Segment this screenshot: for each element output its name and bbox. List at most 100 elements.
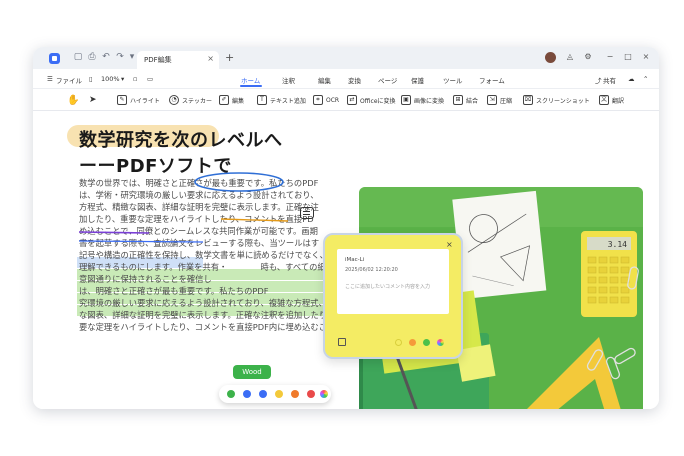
- highlight-color-bar: [219, 385, 331, 403]
- redo-icon[interactable]: ↷: [115, 52, 125, 63]
- paper-sheet: [452, 190, 547, 300]
- calc-key: [598, 296, 608, 304]
- menu-convert[interactable]: 変換: [348, 75, 361, 85]
- image-icon: ▣: [401, 95, 411, 105]
- title-bar: ▢ ⎙ ↶ ↷ ▾ PDF編集 × + ◬ ⚙ − □ ×: [33, 47, 659, 69]
- edit-icon: ✐: [219, 95, 229, 105]
- page-icon: ▯: [89, 75, 93, 83]
- tool-label: ステッカー: [182, 97, 213, 105]
- minimize-icon[interactable]: −: [605, 52, 615, 61]
- avatar[interactable]: [545, 52, 556, 63]
- dropdown-icon[interactable]: ▾: [127, 52, 137, 63]
- menu-tools[interactable]: ツール: [443, 75, 463, 85]
- note-comment-input[interactable]: ここに追加したいコメント内容を入力: [345, 283, 430, 290]
- note-color-picker[interactable]: [437, 339, 444, 346]
- close-window-icon[interactable]: ×: [641, 52, 651, 61]
- menu-bar: ☰ ファイル ▯ 100% ▾ ▫ ▭ ホーム 注釈 編集 変換 ページ 保護 …: [33, 69, 659, 89]
- share-icon[interactable]: ⤴: [595, 75, 602, 85]
- wood-tooltip: Wood: [233, 365, 271, 379]
- menu-forms[interactable]: フォーム: [479, 75, 505, 85]
- office-icon: ⇄: [347, 95, 357, 105]
- menu-annotate[interactable]: 注釈: [282, 75, 295, 85]
- hamburger-icon[interactable]: ☰: [47, 75, 53, 83]
- zoom-dropdown-icon[interactable]: ▾: [121, 75, 124, 83]
- app-logo-icon: [49, 53, 60, 64]
- ocr-tool[interactable]: ⌗ OCR: [313, 94, 339, 106]
- tool-label: Officeに変換: [360, 97, 396, 105]
- screenshot-icon: ⌧: [523, 95, 533, 105]
- orange-strike-annotation: [220, 218, 289, 222]
- color-green-selected[interactable]: [227, 390, 235, 398]
- color-blue[interactable]: [243, 390, 251, 398]
- highlight-tool[interactable]: ✎ ハイライト: [117, 94, 160, 106]
- sticky-note-popup[interactable]: × iMac-Li 2025/06/02 12:20:20 ここに追加したいコメ…: [323, 233, 463, 359]
- calc-key: [587, 266, 597, 274]
- graph-paper: [452, 190, 547, 300]
- cursor-icon: ➤: [89, 95, 97, 105]
- highlighter-icon: ✎: [117, 95, 127, 105]
- office-convert-tool[interactable]: ⇄ Officeに変換: [347, 94, 396, 106]
- app-window: ▢ ⎙ ↶ ↷ ▾ PDF編集 × + ◬ ⚙ − □ × ☰ ファイル ▯ 1…: [33, 47, 659, 409]
- merge-tool[interactable]: ⊞ 結合: [453, 94, 478, 106]
- calc-key: [587, 276, 597, 284]
- notification-icon[interactable]: ◬: [565, 52, 575, 61]
- compress-tool[interactable]: ⇲ 圧縮: [487, 94, 512, 106]
- purple-underline-annotation: [78, 231, 150, 234]
- hand-tool[interactable]: ✋: [67, 94, 79, 106]
- add-text-tool[interactable]: T テキスト追加: [257, 94, 306, 106]
- tool-label: OCR: [326, 96, 340, 104]
- select-tool[interactable]: ➤: [89, 94, 97, 106]
- color-picker[interactable]: [320, 390, 328, 398]
- tool-label: スクリーンショット: [536, 97, 590, 105]
- calc-key: [587, 296, 597, 304]
- sticker-tool[interactable]: ◔ ステッカー: [169, 94, 212, 106]
- screenshot-tool[interactable]: ⌧ スクリーンショット: [523, 94, 590, 106]
- translate-tool[interactable]: 文翻訳: [599, 94, 624, 106]
- print-icon[interactable]: ⎙: [87, 52, 97, 63]
- merge-icon: ⊞: [453, 95, 463, 105]
- tool-label: 編集: [232, 97, 245, 105]
- calc-key: [609, 276, 619, 284]
- close-icon[interactable]: ×: [446, 240, 453, 249]
- collapse-icon[interactable]: ⌃: [643, 75, 648, 83]
- tool-label: テキスト追加: [270, 97, 306, 105]
- note-color-green[interactable]: [423, 339, 430, 346]
- note-color-orange[interactable]: [409, 339, 416, 346]
- calc-key: [609, 296, 619, 304]
- fit-page-icon[interactable]: ▫: [133, 75, 137, 83]
- close-tab-icon[interactable]: ×: [207, 54, 214, 63]
- ribbon-toolbar: ✋ ➤ ✎ ハイライト ◔ ステッカー ✐ 編集 T テキスト追加 ⌗ OCR ⇄ Offi…: [33, 89, 659, 111]
- color-red[interactable]: [307, 390, 315, 398]
- menu-page[interactable]: ページ: [378, 75, 397, 85]
- fit-width-icon[interactable]: ▭: [147, 75, 153, 83]
- tab-pdf-edit[interactable]: PDF編集 ×: [137, 51, 219, 69]
- save-icon[interactable]: ▢: [73, 52, 83, 63]
- menu-edit[interactable]: 編集: [318, 75, 331, 85]
- calc-key: [587, 286, 597, 294]
- undo-icon[interactable]: ↶: [101, 52, 111, 63]
- comment-icon[interactable]: [300, 207, 314, 219]
- color-orange[interactable]: [291, 390, 299, 398]
- note-color-yellow[interactable]: [395, 339, 402, 346]
- trash-icon[interactable]: [338, 338, 346, 346]
- active-tab-indicator: [240, 85, 262, 87]
- tool-label: 翻訳: [612, 97, 625, 105]
- note-author: iMac-Li: [345, 257, 365, 263]
- color-blue-2[interactable]: [259, 390, 267, 398]
- settings-icon[interactable]: ⚙: [583, 52, 593, 61]
- new-tab-icon[interactable]: +: [225, 51, 234, 64]
- edit-tool[interactable]: ✐ 編集: [219, 94, 244, 106]
- tool-label: ハイライト: [130, 97, 160, 105]
- maximize-icon[interactable]: □: [623, 52, 633, 61]
- cloud-icon[interactable]: ☁: [628, 75, 635, 83]
- share-button[interactable]: 共有: [603, 75, 616, 85]
- zoom-level[interactable]: 100%: [101, 75, 120, 83]
- ocr-icon: ⌗: [313, 95, 323, 105]
- color-yellow[interactable]: [275, 390, 283, 398]
- calc-key: [620, 266, 630, 274]
- image-convert-tool[interactable]: ▣ 画像に変換: [401, 94, 444, 106]
- menu-file[interactable]: ファイル: [56, 75, 82, 85]
- tool-label: 画像に変換: [414, 97, 445, 105]
- menu-protect[interactable]: 保護: [411, 75, 424, 85]
- menu-home[interactable]: ホーム: [241, 75, 260, 85]
